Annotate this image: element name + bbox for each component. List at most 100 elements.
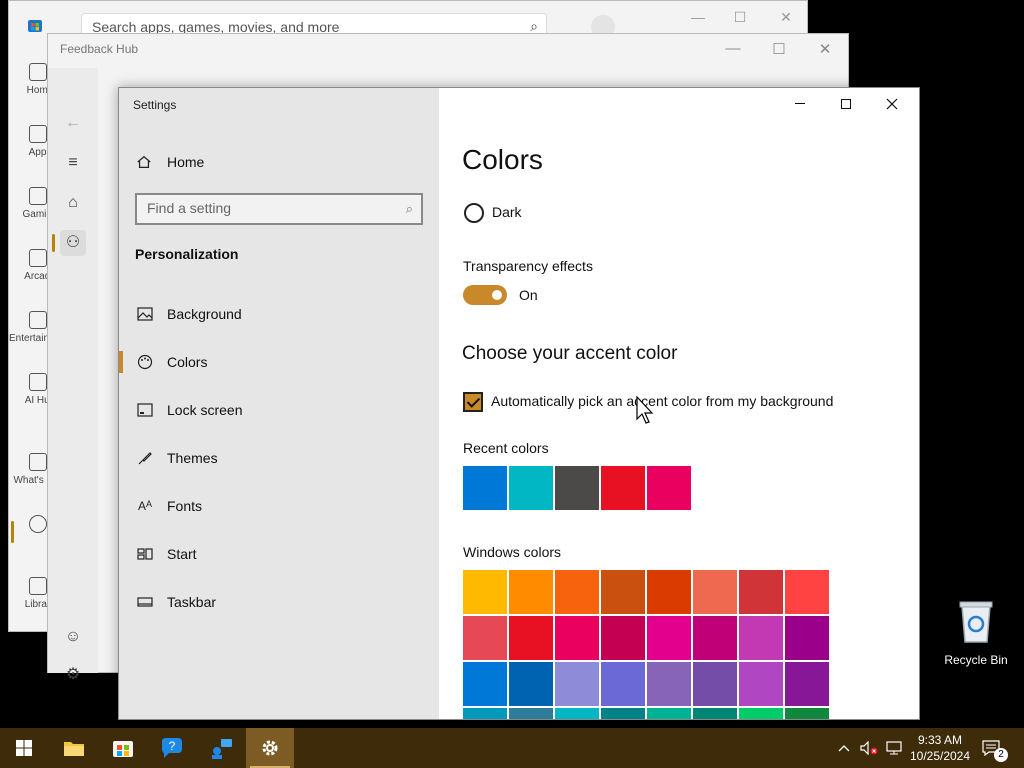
minimize-icon[interactable]: — xyxy=(683,9,713,25)
windows-color-swatch[interactable] xyxy=(785,708,829,719)
windows-color-swatch[interactable] xyxy=(509,570,553,614)
windows-color-swatch[interactable] xyxy=(785,616,829,660)
taskbar-feedback-hub[interactable] xyxy=(197,728,245,768)
lock-screen-icon xyxy=(135,403,155,417)
window-title: Feedback Hub xyxy=(60,42,139,56)
windows-color-swatch[interactable] xyxy=(509,616,553,660)
windows-color-swatch[interactable] xyxy=(739,570,783,614)
windows-color-swatch[interactable] xyxy=(555,708,599,719)
feedback-icon[interactable]: ⚇ xyxy=(52,230,86,256)
volume-muted-icon xyxy=(860,741,878,755)
menu-item-background[interactable]: Background xyxy=(119,290,439,338)
menu-item-themes[interactable]: Themes xyxy=(119,434,439,482)
notification-center-button[interactable]: 2 xyxy=(982,728,1008,768)
clock-date: 10/25/2024 xyxy=(909,749,971,763)
windows-color-swatch[interactable] xyxy=(785,662,829,706)
windows-color-swatch[interactable] xyxy=(647,662,691,706)
minimize-icon[interactable]: — xyxy=(718,40,748,57)
settings-sidebar: Settings Home Find a setting ⌕ Personali… xyxy=(119,88,439,719)
hamburger-menu-icon[interactable]: ≡ xyxy=(60,150,86,176)
windows-color-swatch[interactable] xyxy=(739,616,783,660)
taskbar: ? 9:33 AM 10/25/2024 2 xyxy=(0,728,1024,768)
recent-color-swatch[interactable] xyxy=(647,466,691,510)
home-link[interactable]: Home xyxy=(135,152,204,172)
network-button[interactable] xyxy=(886,728,904,768)
recent-color-swatch[interactable] xyxy=(601,466,645,510)
menu-item-taskbar[interactable]: Taskbar xyxy=(119,578,439,626)
windows-color-swatch[interactable] xyxy=(555,570,599,614)
windows-color-swatch[interactable] xyxy=(693,662,737,706)
auto-pick-label[interactable]: Automatically pick an accent color from … xyxy=(491,393,833,409)
auto-pick-checkbox[interactable] xyxy=(463,392,483,412)
recent-color-swatch[interactable] xyxy=(463,466,507,510)
network-icon xyxy=(886,741,902,755)
windows-color-swatch[interactable] xyxy=(509,708,553,719)
svg-text:?: ? xyxy=(169,739,176,753)
recent-color-swatch[interactable] xyxy=(555,466,599,510)
home-icon[interactable]: ⌂ xyxy=(60,190,86,216)
dark-radio[interactable] xyxy=(464,203,484,223)
maximize-icon[interactable]: ☐ xyxy=(764,40,794,58)
windows-color-swatch[interactable] xyxy=(601,570,645,614)
notification-count-badge: 2 xyxy=(994,748,1008,762)
close-icon[interactable] xyxy=(869,94,915,114)
menu-item-fonts[interactable]: AA Fonts xyxy=(119,482,439,530)
windows-color-swatch[interactable] xyxy=(463,662,507,706)
windows-color-swatch[interactable] xyxy=(693,616,737,660)
close-icon[interactable]: ✕ xyxy=(810,40,840,58)
windows-color-swatch[interactable] xyxy=(739,662,783,706)
maximize-icon[interactable] xyxy=(823,94,869,114)
menu-item-start[interactable]: Start xyxy=(119,530,439,578)
recent-color-swatch[interactable] xyxy=(509,466,553,510)
volume-muted-button[interactable] xyxy=(860,728,880,768)
windows-color-swatch[interactable] xyxy=(693,570,737,614)
transparency-state: On xyxy=(519,287,538,303)
transparency-toggle[interactable] xyxy=(463,285,507,305)
find-setting-input[interactable]: Find a setting ⌕ xyxy=(135,193,423,225)
windows-color-swatch[interactable] xyxy=(463,616,507,660)
taskbar-icon xyxy=(135,597,155,607)
taskbar-file-explorer[interactable] xyxy=(50,728,98,768)
menu-item-label: Fonts xyxy=(167,498,203,514)
gear-icon[interactable]: ⚙ xyxy=(60,662,86,688)
themes-icon xyxy=(135,450,155,466)
find-setting-placeholder: Find a setting xyxy=(147,200,232,216)
minimize-icon[interactable] xyxy=(777,94,823,114)
start-button[interactable] xyxy=(0,728,48,768)
windows-color-swatch[interactable] xyxy=(739,708,783,719)
windows-color-swatch[interactable] xyxy=(785,570,829,614)
windows-color-swatch[interactable] xyxy=(647,616,691,660)
library-icon xyxy=(29,577,47,595)
store-logo-icon xyxy=(28,20,42,32)
windows-color-swatch[interactable] xyxy=(463,570,507,614)
show-hidden-icons[interactable] xyxy=(838,728,854,768)
windows-color-swatch[interactable] xyxy=(647,570,691,614)
windows-color-swatch[interactable] xyxy=(601,662,645,706)
menu-item-label: Taskbar xyxy=(167,594,217,610)
windows-color-swatch[interactable] xyxy=(647,708,691,719)
taskbar-store[interactable] xyxy=(99,728,147,768)
close-icon[interactable]: ✕ xyxy=(771,9,801,26)
recycle-bin[interactable]: Recycle Bin xyxy=(938,598,1014,667)
palette-icon xyxy=(135,354,155,370)
menu-item-label: Background xyxy=(167,306,242,322)
windows-color-swatch[interactable] xyxy=(693,708,737,719)
picture-icon xyxy=(135,307,155,321)
add-account-icon[interactable]: ☺ xyxy=(60,624,86,650)
menu-item-colors[interactable]: Colors xyxy=(119,338,439,386)
menu-item-lock-screen[interactable]: Lock screen xyxy=(119,386,439,434)
windows-color-swatch[interactable] xyxy=(509,662,553,706)
mouse-cursor-icon xyxy=(636,396,654,424)
maximize-icon[interactable]: ☐ xyxy=(725,9,755,26)
windows-color-swatch[interactable] xyxy=(601,616,645,660)
windows-color-swatch[interactable] xyxy=(601,708,645,719)
back-arrow-icon[interactable]: ← xyxy=(60,110,86,136)
taskbar-help[interactable]: ? xyxy=(148,728,196,768)
dark-radio-label[interactable]: Dark xyxy=(492,204,522,220)
windows-color-swatch[interactable] xyxy=(555,616,599,660)
settings-window[interactable]: Settings Home Find a setting ⌕ Personali… xyxy=(118,87,920,720)
clock[interactable]: 9:33 AM 10/25/2024 xyxy=(904,732,976,764)
windows-color-swatch[interactable] xyxy=(463,708,507,719)
taskbar-settings[interactable] xyxy=(246,728,294,768)
windows-color-swatch[interactable] xyxy=(555,662,599,706)
